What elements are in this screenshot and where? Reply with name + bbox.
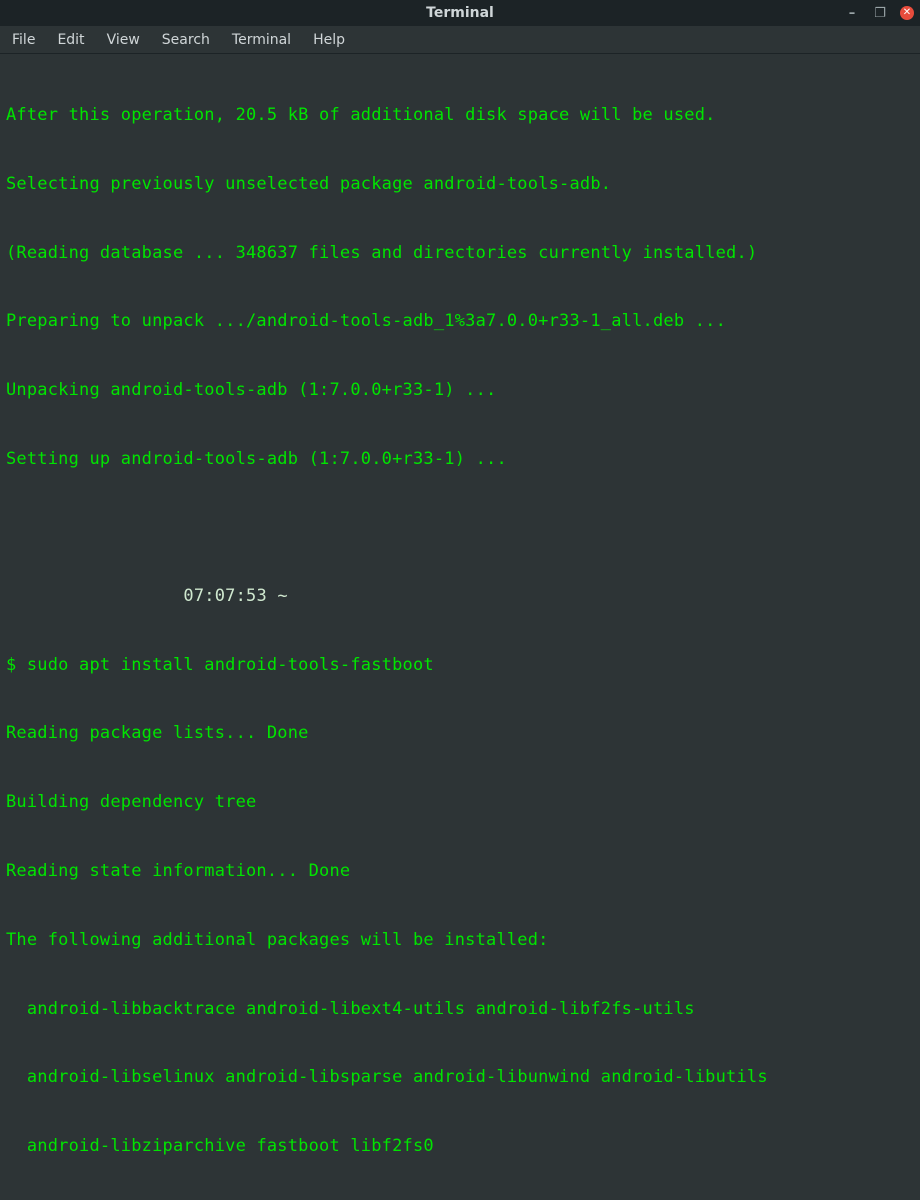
output-line: Unpacking android-tools-adb (1:7.0.0+r33… — [6, 379, 914, 402]
menu-terminal[interactable]: Terminal — [232, 32, 291, 48]
output-line: The following additional packages will b… — [6, 929, 914, 952]
output-line: Building dependency tree — [6, 791, 914, 814]
maximize-button[interactable]: ❐ — [872, 5, 888, 21]
menu-file[interactable]: File — [12, 32, 35, 48]
command-line: $ sudo apt install android-tools-fastboo… — [6, 654, 914, 677]
window-controls: – ❐ ✕ — [844, 0, 914, 26]
window-title: Terminal — [426, 5, 494, 21]
output-line: Setting up android-tools-adb (1:7.0.0+r3… — [6, 448, 914, 471]
output-line: Reading package lists... Done — [6, 722, 914, 745]
blank-line — [6, 517, 914, 539]
output-line: (Reading database ... 348637 files and d… — [6, 242, 914, 265]
menu-search[interactable]: Search — [162, 32, 210, 48]
output-line: android-libselinux android-libsparse and… — [6, 1066, 914, 1089]
terminal-output[interactable]: After this operation, 20.5 kB of additio… — [0, 54, 920, 1200]
output-line: android-libbacktrace android-libext4-uti… — [6, 998, 914, 1021]
menu-view[interactable]: View — [107, 32, 140, 48]
prompt-timestamp: 07:07:53 ~ — [6, 585, 914, 608]
minimize-button[interactable]: – — [844, 5, 860, 21]
output-line: After this operation, 20.5 kB of additio… — [6, 104, 914, 127]
close-button[interactable]: ✕ — [900, 6, 914, 20]
menu-help[interactable]: Help — [313, 32, 345, 48]
output-line: Selecting previously unselected package … — [6, 173, 914, 196]
output-line: android-libziparchive fastboot libf2fs0 — [6, 1135, 914, 1158]
menubar: File Edit View Search Terminal Help — [0, 26, 920, 54]
window-titlebar: Terminal – ❐ ✕ — [0, 0, 920, 26]
output-line: Preparing to unpack .../android-tools-ad… — [6, 310, 914, 333]
output-line: Reading state information... Done — [6, 860, 914, 883]
menu-edit[interactable]: Edit — [57, 32, 84, 48]
